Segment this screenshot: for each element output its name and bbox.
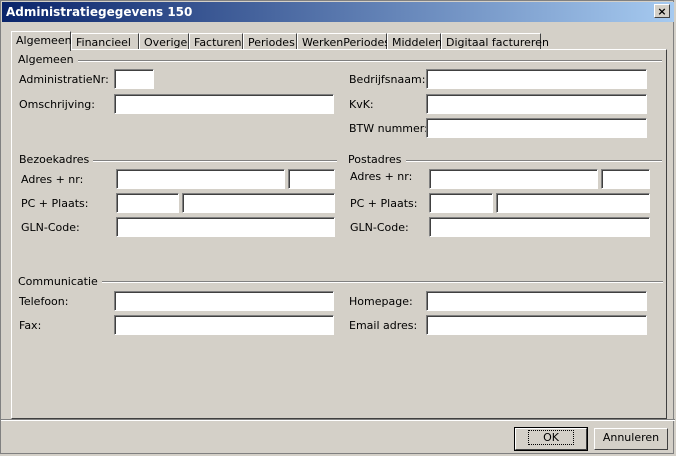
footer-divider — [1, 419, 675, 421]
group-communicatie-title: Communicatie — [18, 275, 102, 288]
close-button[interactable]: × — [654, 4, 670, 18]
post-pc-label: PC + Plaats: — [350, 197, 418, 210]
group-postadres-title: Postadres — [348, 153, 406, 166]
bezoek-gln-label: GLN-Code: — [21, 221, 80, 234]
bezoek-huisnr-input[interactable] — [288, 169, 335, 189]
btw-input[interactable] — [426, 118, 647, 138]
telefoon-label: Telefoon: — [19, 295, 69, 308]
omschrijving-input[interactable] — [114, 94, 334, 114]
omschrijving-label: Omschrijving: — [19, 98, 95, 111]
post-adres-input[interactable] — [429, 169, 598, 189]
bezoek-pc-label: PC + Plaats: — [21, 197, 89, 210]
ok-button-label: OK — [528, 430, 574, 445]
fax-label: Fax: — [19, 319, 42, 332]
bezoek-postcode-input[interactable] — [116, 193, 179, 213]
dialog-window: Administratiegegevens 150 × Algemeen Fin… — [0, 0, 675, 454]
post-gln-label: GLN-Code: — [350, 221, 409, 234]
administratienr-input[interactable] — [114, 69, 154, 89]
tab-overige[interactable]: Overige — [139, 33, 189, 50]
tab-periodes[interactable]: Periodes — [243, 33, 297, 50]
bezoek-adres-label: Adres + nr: — [21, 173, 84, 186]
tab-financieel[interactable]: Financieel — [71, 33, 139, 50]
fax-input[interactable] — [114, 315, 334, 335]
tab-algemeen[interactable]: Algemeen — [11, 31, 72, 51]
group-algemeen-line — [18, 60, 662, 62]
telefoon-input[interactable] — [114, 291, 334, 311]
tab-middelen[interactable]: Middelen — [387, 33, 442, 50]
post-huisnr-input[interactable] — [601, 169, 650, 189]
tab-werkenperiodes[interactable]: WerkenPeriodes — [297, 33, 390, 50]
tab-digitaal-factureren[interactable]: Digitaal factureren — [441, 33, 549, 50]
kvk-label: KvK: — [349, 98, 374, 111]
administratienr-label: AdministratieNr: — [19, 73, 109, 86]
tab-facturen[interactable]: Facturen — [189, 33, 243, 50]
post-adres-label: Adres + nr: — [350, 170, 413, 183]
window-title: Administratiegegevens 150 — [6, 5, 193, 19]
group-communicatie-line — [18, 281, 663, 283]
cancel-button[interactable]: Annuleren — [594, 428, 668, 450]
bedrijfsnaam-label: Bedrijfsnaam: — [349, 73, 426, 86]
close-icon: × — [657, 4, 667, 18]
btw-label: BTW nummer: — [349, 122, 428, 135]
homepage-input[interactable] — [426, 291, 647, 311]
post-gln-input[interactable] — [429, 217, 650, 237]
email-label: Email adres: — [349, 319, 418, 332]
title-bar[interactable]: Administratiegegevens 150 × — [2, 2, 674, 22]
group-algemeen-title: Algemeen — [18, 53, 78, 66]
bezoek-gln-input[interactable] — [116, 217, 335, 237]
group-bezoekadres-title: Bezoekadres — [19, 153, 94, 166]
homepage-label: Homepage: — [349, 295, 413, 308]
email-input[interactable] — [426, 315, 647, 335]
tab-panel-algemeen: Algemeen AdministratieNr: Omschrijving: … — [11, 49, 667, 419]
bezoek-adres-input[interactable] — [116, 169, 285, 189]
ok-button[interactable]: OK — [514, 427, 588, 451]
kvk-input[interactable] — [426, 94, 647, 114]
post-plaats-input[interactable] — [496, 193, 650, 213]
bezoek-plaats-input[interactable] — [182, 193, 335, 213]
bedrijfsnaam-input[interactable] — [426, 69, 647, 89]
post-postcode-input[interactable] — [429, 193, 493, 213]
